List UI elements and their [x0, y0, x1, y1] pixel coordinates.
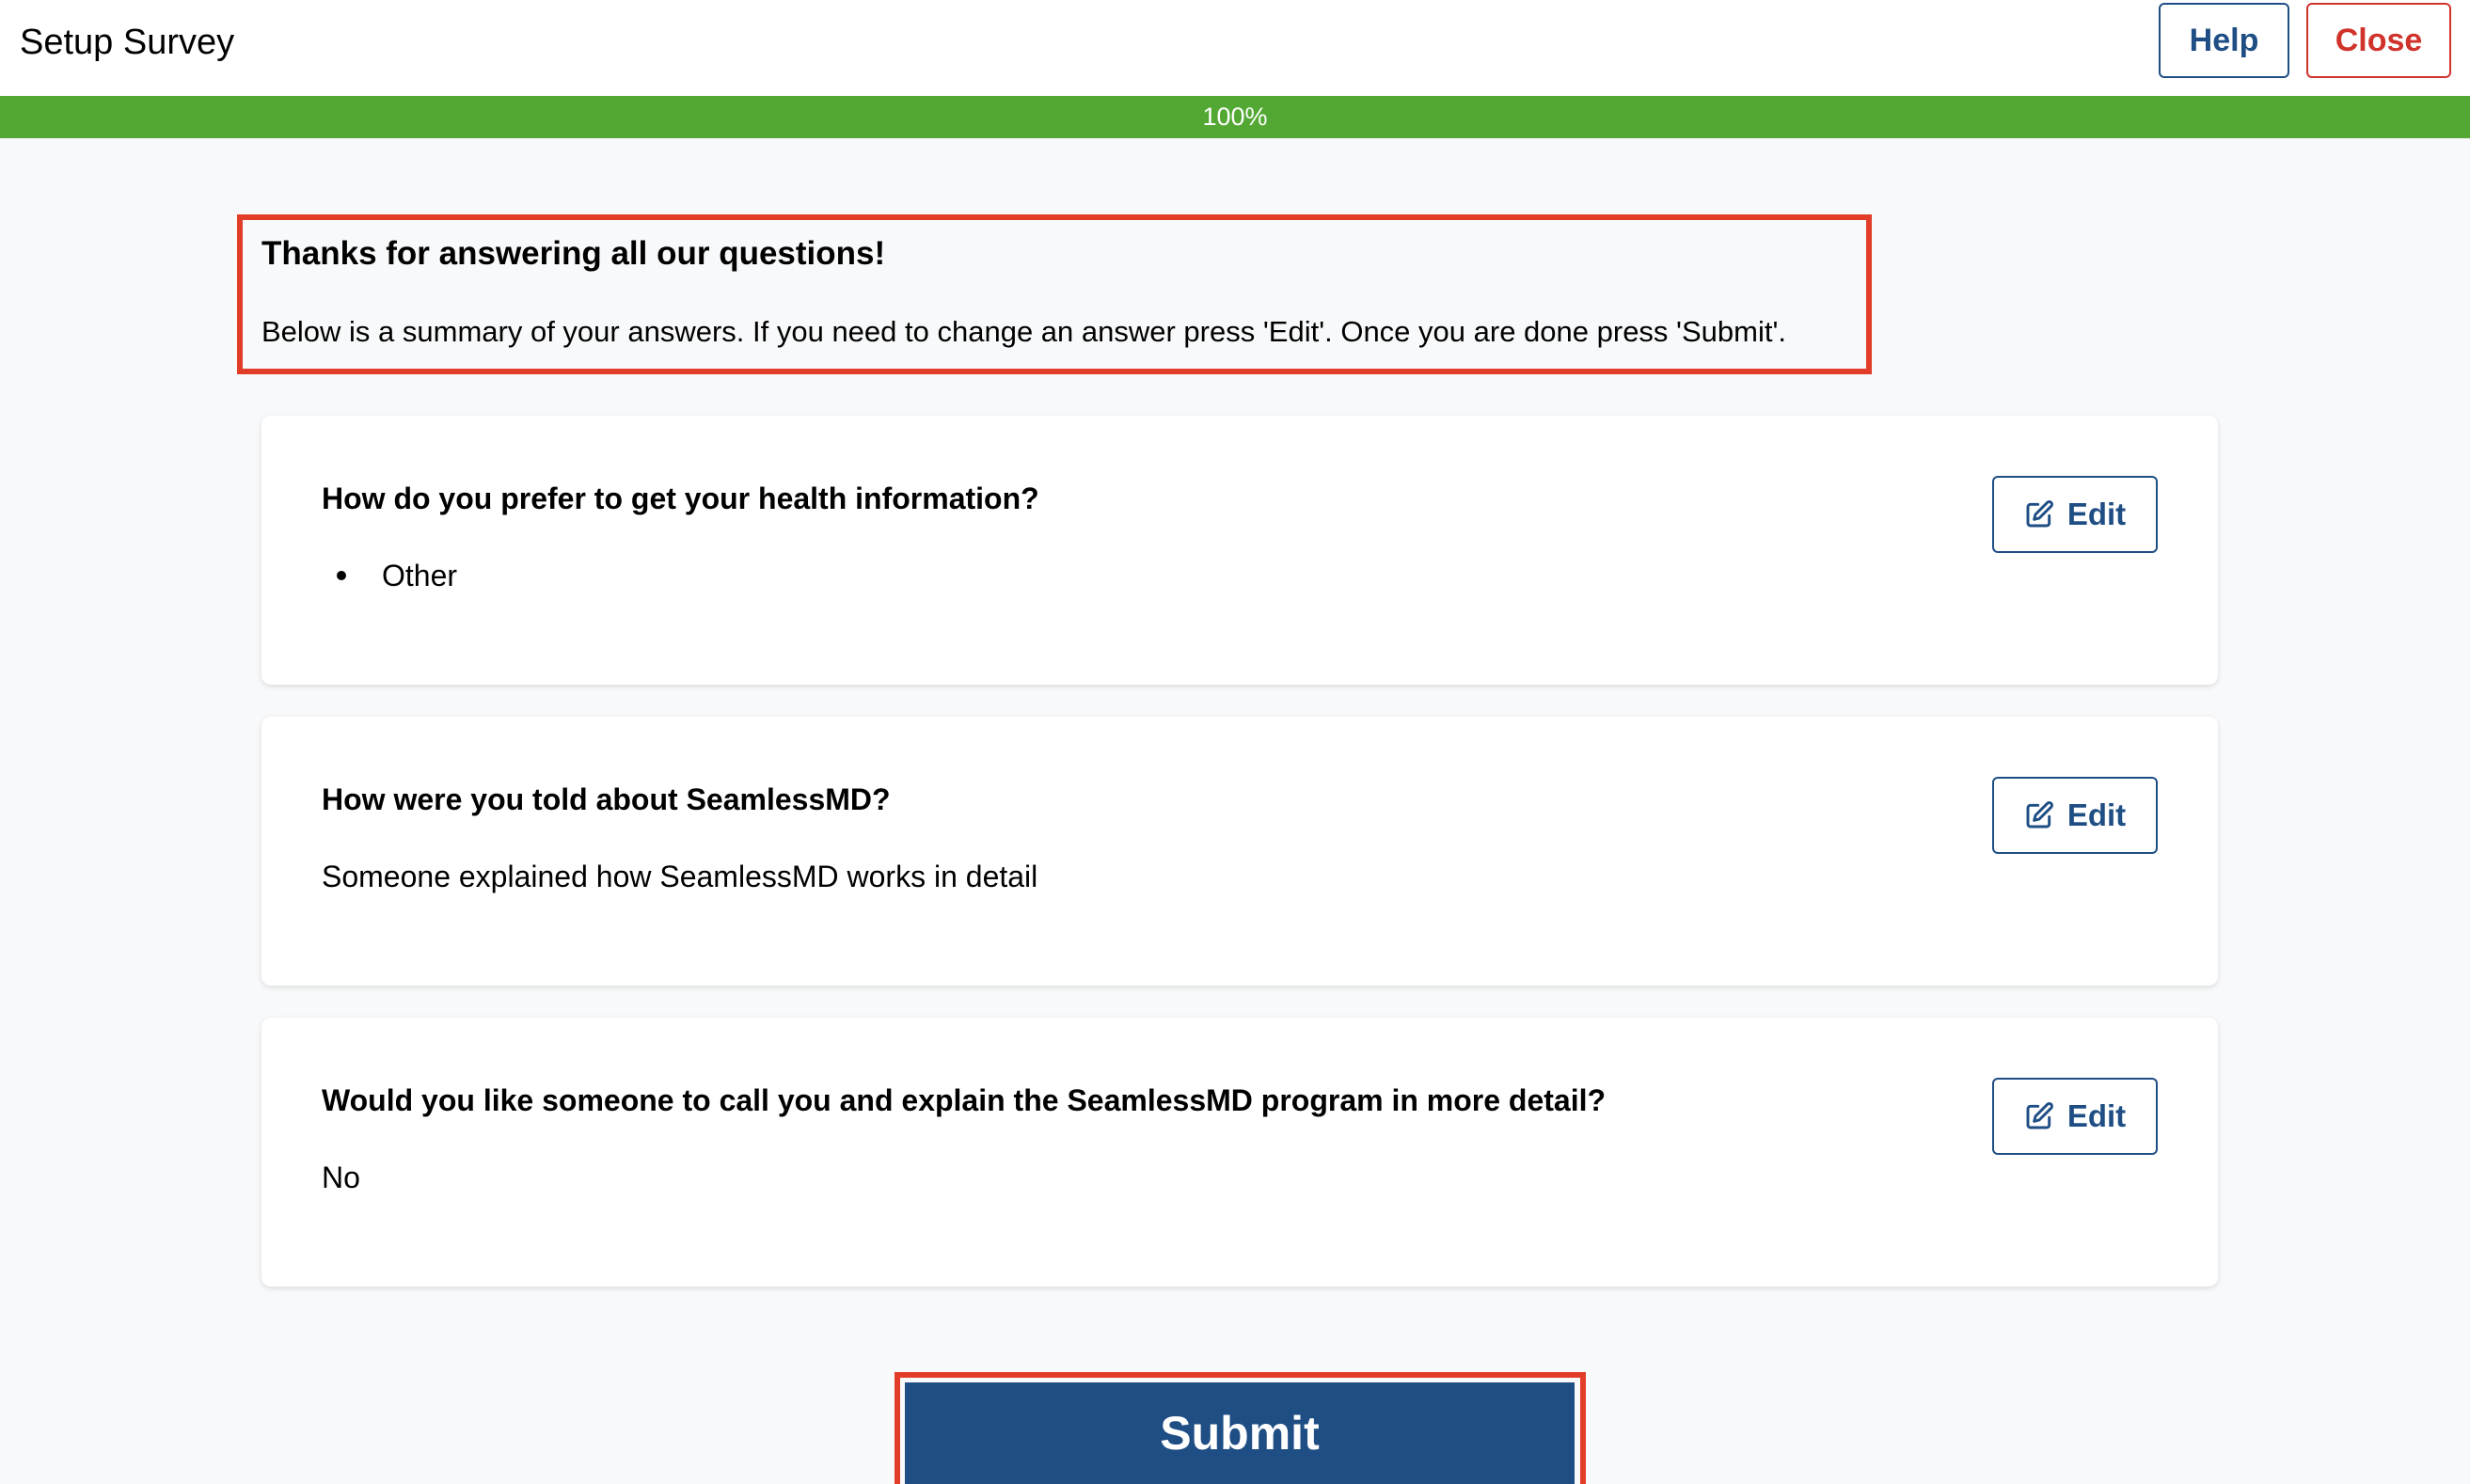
edit-label: Edit — [2066, 497, 2127, 531]
answer-list: Other — [322, 555, 457, 596]
answer-card: How do you prefer to get your health inf… — [261, 416, 2218, 685]
answer-card: How were you told about SeamlessMD? Some… — [261, 717, 2218, 986]
close-button[interactable]: Close — [2306, 3, 2451, 78]
answer-card: Would you like someone to call you and e… — [261, 1018, 2218, 1287]
question-text: Would you like someone to call you and e… — [322, 1083, 1607, 1117]
edit-icon — [2026, 1102, 2053, 1129]
answer-text: Someone explained how SeamlessMD works i… — [322, 860, 1038, 893]
edit-icon — [2026, 801, 2053, 829]
progress-bar: 100% — [0, 96, 2470, 138]
edit-label: Edit — [2066, 797, 2127, 832]
summary-instructions: Below is a summary of your answers. If y… — [261, 315, 1786, 348]
edit-icon — [2026, 500, 2053, 528]
question-text: How do you prefer to get your health inf… — [322, 482, 1039, 515]
question-text: How were you told about SeamlessMD? — [322, 782, 891, 816]
summary-heading: Thanks for answering all our questions! — [261, 235, 886, 272]
edit-button[interactable]: Edit — [1992, 476, 2158, 553]
progress-label: 100% — [1202, 103, 1268, 131]
edit-button[interactable]: Edit — [1992, 1078, 2158, 1155]
answer-item: Other — [382, 559, 458, 592]
bullet-icon — [337, 570, 346, 580]
page-title: Setup Survey — [20, 23, 235, 62]
answer-text: No — [322, 1160, 360, 1194]
submit-button[interactable]: Submit — [905, 1382, 1575, 1484]
edit-button[interactable]: Edit — [1992, 777, 2158, 854]
edit-label: Edit — [2066, 1098, 2127, 1133]
top-bar: Setup Survey Help Close — [0, 0, 2470, 96]
help-button[interactable]: Help — [2159, 3, 2289, 78]
